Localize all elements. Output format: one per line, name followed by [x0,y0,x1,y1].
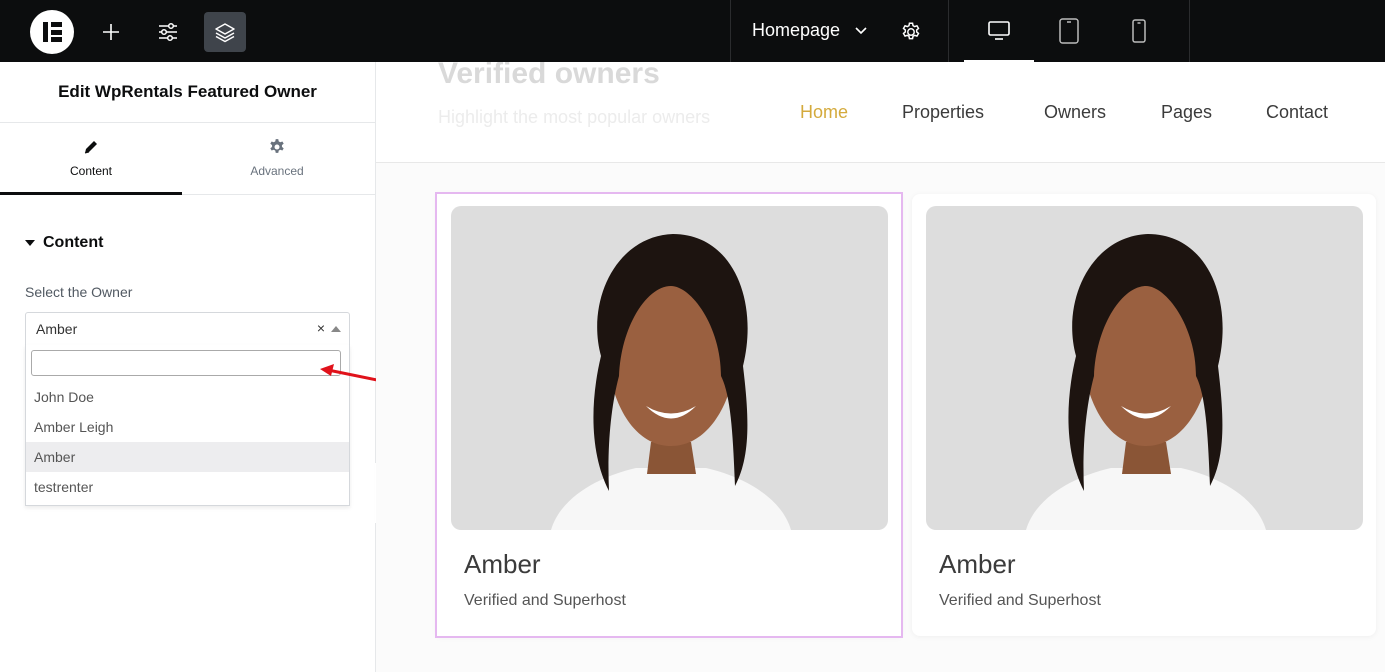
gear-icon [902,22,920,40]
section-heading: Verified owners [438,62,660,90]
owner-option[interactable]: testrenter [26,472,349,502]
owner-search-input[interactable] [31,350,341,376]
nav-pages[interactable]: Pages [1161,102,1212,123]
panel-title: Edit WpRentals Featured Owner [0,62,375,123]
layers-icon [215,23,235,43]
desktop-view-button[interactable] [964,12,1034,62]
page-selector-label: Homepage [752,20,841,40]
chevron-down-icon [855,26,867,34]
owner-portrait-image [1026,234,1266,530]
owner-name: Amber [464,549,541,579]
owner-card[interactable]: Amber Verified and Superhost [435,192,903,638]
tab-content-label: Content [69,164,113,178]
caret-up-icon[interactable] [331,326,341,332]
owner-dropdown: John Doe Amber Leigh Amber testrenter [25,345,350,506]
panel-tabs: Content Advanced [0,122,375,195]
tab-advanced[interactable]: Advanced [186,122,368,194]
owner-select[interactable]: Amber × [25,312,350,346]
elementor-logo[interactable] [30,10,74,54]
owner-tagline: Verified and Superhost [464,592,626,609]
tablet-icon [1059,18,1079,44]
sliders-icon [159,22,177,42]
caret-down-icon [25,240,35,246]
owner-tagline: Verified and Superhost [939,592,1101,609]
add-element-button[interactable] [90,12,132,52]
owner-portrait-image [551,234,791,530]
clear-icon[interactable]: × [317,320,325,336]
section-subheading: Highlight the most popular owners [438,107,711,127]
owner-name: Amber [939,549,1016,579]
owner-photo [926,206,1363,530]
topbar-divider [730,0,731,62]
pencil-icon [84,141,97,154]
structure-button[interactable] [204,12,246,52]
site-header: Verified owners Highlight the most popul… [376,62,1385,163]
nav-properties[interactable]: Properties [902,102,984,123]
plus-icon [103,24,119,40]
nav-home[interactable]: Home [800,102,848,123]
topbar-divider [1189,0,1190,62]
gear-icon [270,139,284,153]
section-title: Content [43,234,104,251]
nav-contact[interactable]: Contact [1266,102,1328,123]
owner-field-label: Select the Owner [25,284,133,300]
preview-canvas: Verified owners Highlight the most popul… [376,62,1385,672]
page-settings-button[interactable] [890,12,932,52]
owner-photo [451,206,888,530]
owner-card[interactable]: Amber Verified and Superhost [912,194,1376,636]
editor-topbar: Homepage [0,0,1385,62]
owner-select-value: Amber [36,321,78,337]
desktop-icon [988,21,1010,40]
section-toggle-content[interactable]: Content [25,234,103,252]
tab-content[interactable]: Content [0,122,182,195]
owner-option[interactable]: Amber Leigh [26,412,349,442]
owner-option[interactable]: John Doe [26,382,349,412]
tablet-view-button[interactable] [1034,12,1104,50]
mobile-icon [1132,19,1146,43]
nav-owners[interactable]: Owners [1044,102,1106,123]
page-selector[interactable]: Homepage [752,20,868,41]
site-settings-button[interactable] [147,12,189,52]
topbar-divider [948,0,949,62]
tab-advanced-label: Advanced [250,164,304,178]
mobile-view-button[interactable] [1104,12,1174,50]
owner-option-selected[interactable]: Amber [26,442,349,472]
